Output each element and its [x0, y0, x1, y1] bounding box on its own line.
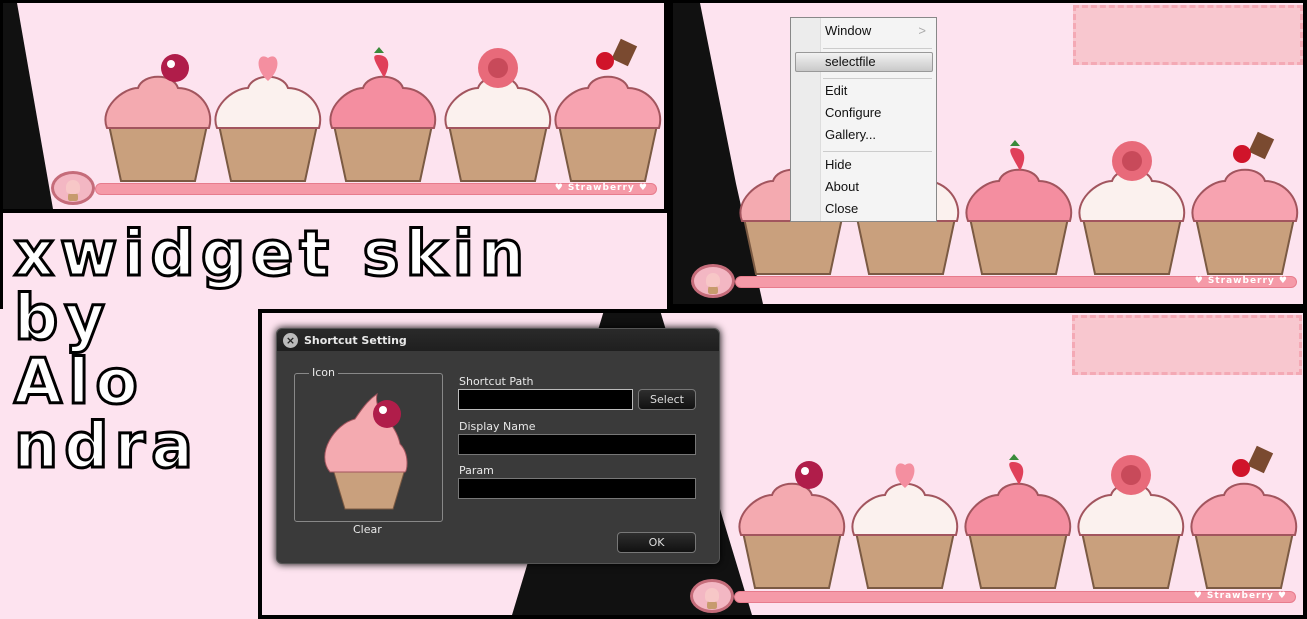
- bar-label: ♥ Strawberry ♥: [1194, 276, 1288, 286]
- cupcake-heart[interactable]: [213, 33, 323, 183]
- clear-icon-button[interactable]: Clear: [353, 523, 382, 536]
- widget-bar: ♥ Strawberry ♥: [735, 276, 1297, 288]
- shortcut-path-label: Shortcut Path: [459, 375, 534, 388]
- widget-bar: ♥ Strawberry ♥: [95, 183, 657, 195]
- context-menu: Window > selectfile Edit Configure Galle…: [790, 17, 937, 222]
- shortcut-setting-dialog: × Shortcut Setting Icon Clear Shortcut P…: [276, 328, 720, 564]
- menu-item-hide[interactable]: Hide: [825, 157, 852, 172]
- cupcake-icon-preview[interactable]: [295, 374, 442, 521]
- menu-item-configure[interactable]: Configure: [825, 105, 881, 120]
- cupcake-rose[interactable]: [443, 33, 553, 183]
- select-button[interactable]: Select: [638, 389, 696, 410]
- cupcake-cherry[interactable]: [737, 440, 847, 590]
- widget-badge-icon[interactable]: [51, 171, 95, 205]
- dialog-title: Shortcut Setting: [304, 333, 407, 347]
- cupcake-cherry-chocolate[interactable]: [1190, 126, 1300, 276]
- param-input[interactable]: [458, 478, 696, 499]
- close-icon[interactable]: ×: [283, 332, 298, 348]
- widget-preview-top-left: ♥ Strawberry ♥: [3, 3, 664, 209]
- display-name-label: Display Name: [459, 420, 536, 433]
- menu-separator: [823, 78, 932, 79]
- widget-badge-icon[interactable]: [691, 264, 735, 298]
- menu-gutter: [791, 18, 821, 221]
- shortcut-path-input[interactable]: [458, 389, 633, 410]
- menu-item-gallery[interactable]: Gallery...: [825, 127, 876, 142]
- param-label: Param: [459, 464, 494, 477]
- cupcake-cherry-chocolate[interactable]: [1189, 440, 1299, 590]
- cupcake-strawberry[interactable]: [963, 440, 1073, 590]
- bar-label: ♥ Strawberry ♥: [554, 183, 648, 193]
- menu-item-selectfile[interactable]: selectfile: [825, 54, 876, 69]
- cupcake-heart[interactable]: [850, 440, 960, 590]
- display-name-input[interactable]: [458, 434, 696, 455]
- cupcake-row: [672, 435, 1302, 595]
- ok-button[interactable]: OK: [617, 532, 696, 553]
- menu-item-window[interactable]: Window: [825, 23, 871, 38]
- menu-separator: [823, 151, 932, 152]
- stamp-decoration: [1073, 5, 1303, 65]
- menu-item-edit[interactable]: Edit: [825, 83, 847, 98]
- submenu-arrow-icon: >: [918, 23, 926, 38]
- cupcake-row: [673, 121, 1303, 281]
- widget-bar: ♥ Strawberry ♥: [734, 591, 1296, 603]
- bar-label: ♥ Strawberry ♥: [1193, 591, 1287, 601]
- widget-badge-icon[interactable]: [690, 579, 734, 613]
- cupcake-strawberry[interactable]: [964, 126, 1074, 276]
- cupcake-cherry[interactable]: [103, 33, 213, 183]
- menu-item-close[interactable]: Close: [825, 201, 858, 216]
- dialog-titlebar[interactable]: × Shortcut Setting: [277, 329, 719, 351]
- menu-separator: [823, 48, 932, 49]
- title-line: xwidget skin: [12, 217, 531, 290]
- cupcake-rose[interactable]: [1076, 440, 1186, 590]
- icon-group: Icon: [294, 366, 443, 522]
- cupcake-row: [3, 28, 664, 188]
- cupcake-rose[interactable]: [1077, 126, 1187, 276]
- stamp-decoration: [1072, 315, 1302, 375]
- cupcake-cherry-chocolate[interactable]: [553, 33, 663, 183]
- widget-preview-top-right: ♥ Strawberry ♥: [673, 3, 1303, 304]
- cupcake-strawberry[interactable]: [328, 33, 438, 183]
- menu-item-about[interactable]: About: [825, 179, 859, 194]
